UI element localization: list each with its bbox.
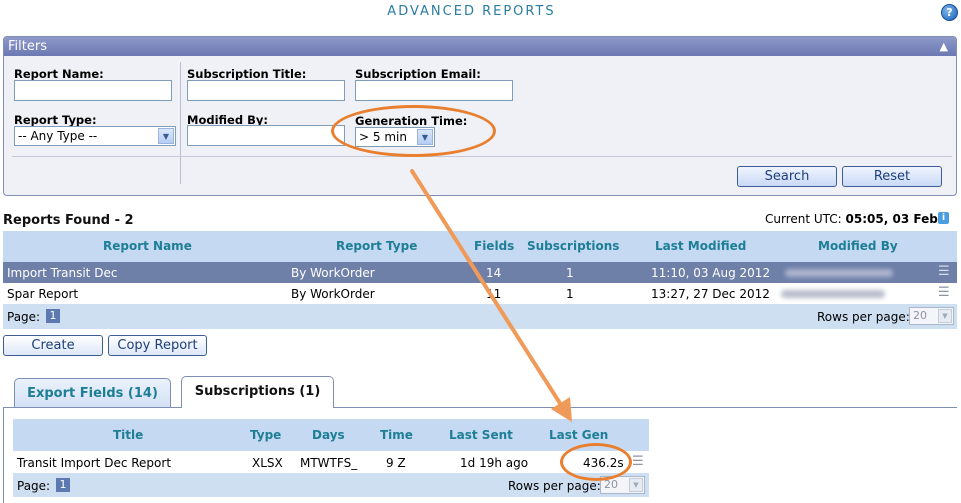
- annotation-arrow: [410, 169, 572, 422]
- annotation-arrow-head: [551, 397, 572, 422]
- annotation-arrow-line: [410, 169, 565, 410]
